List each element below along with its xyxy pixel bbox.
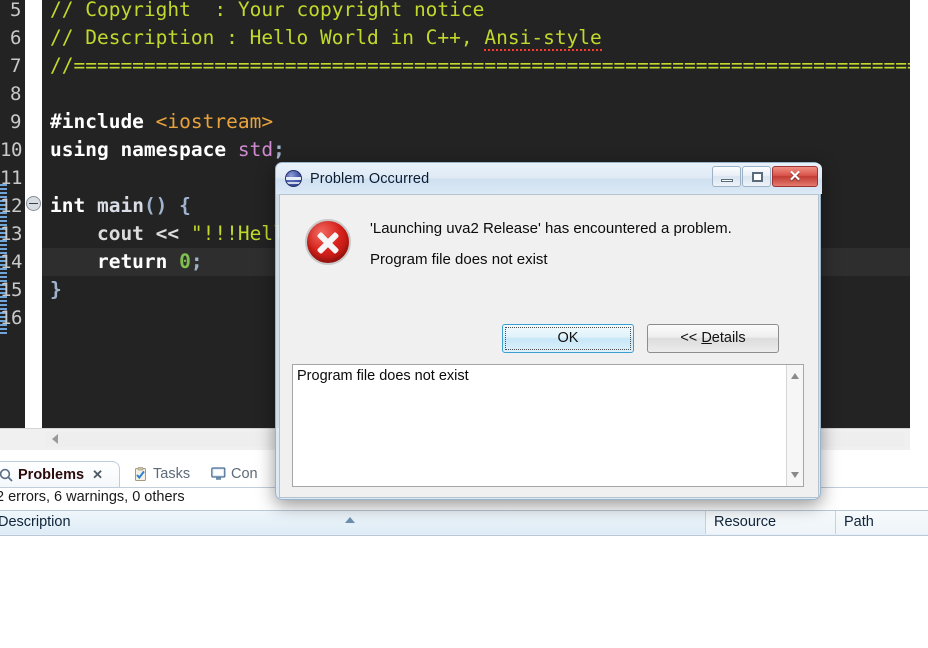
line-number: 8 [10,83,21,105]
problems-summary: 2 errors, 6 warnings, 0 others [0,489,185,505]
details-text-content: Program file does not exist [297,368,469,384]
code-token: ; [190,250,203,273]
eclipse-icon [285,170,302,187]
problems-table-header: Description Resource Path [0,510,928,536]
code-line-text: #include <iostream> [42,108,273,136]
dialog-titlebar[interactable]: Problem Occurred ✕ [276,163,822,194]
dialog-message-line-2: Program file does not exist [370,251,548,268]
console-icon [211,467,226,481]
fold-collapse-marker[interactable] [26,196,41,211]
tab-problems-label: Problems [18,466,85,483]
column-header-resource[interactable]: Resource [705,511,835,534]
tab-tasks[interactable]: Tasks [125,461,198,487]
line-number: 15 [0,279,22,301]
minimize-button[interactable] [712,166,741,187]
details-toggle-button[interactable]: << Details [647,324,779,353]
dialog-button-row: OK << Details [280,320,818,360]
error-circle-icon [305,219,351,265]
code-line-text: int main() { [42,192,191,220]
column-header-path[interactable]: Path [835,511,928,534]
code-token: // Description : Hello World in C++, [50,26,485,49]
code-line[interactable] [42,80,910,108]
line-number: 10 [0,139,22,161]
problem-occurred-dialog[interactable]: Problem Occurred ✕ 'Launching uva2 Relea… [275,162,822,500]
tab-console[interactable]: Con [203,461,266,487]
details-accelerator: D [701,330,712,346]
line-number: 14 [0,251,22,273]
code-line[interactable]: //======================================… [42,52,910,80]
details-text-area[interactable]: Program file does not exist [292,364,804,487]
code-line[interactable]: // Description : Hello World in C++, Ans… [42,24,910,52]
tab-console-label: Con [231,466,258,482]
code-token: //======================================… [50,54,910,77]
close-button[interactable]: ✕ [772,166,818,187]
ok-button[interactable]: OK [502,324,634,353]
line-number: 5 [10,0,21,21]
code-token: 0 [179,250,191,273]
code-token: std [237,138,274,161]
tab-tasks-label: Tasks [153,466,191,482]
line-number: 13 [0,223,22,245]
code-line-text: return 0; [42,248,203,276]
code-line[interactable]: using namespace std; [42,136,910,164]
code-line-text: cout << "!!!Hello [42,220,297,248]
code-token: #include [50,110,156,133]
line-number: 11 [0,167,22,189]
code-line-text: // Copyright : Your copyright notice [42,0,484,24]
code-line[interactable]: // Copyright : Your copyright notice [42,0,910,24]
scroll-down-arrow-icon[interactable] [791,472,799,478]
screen-root: // Copyright : Your copyright notice // D… [0,0,928,648]
details-prefix: << [680,330,702,346]
details-vertical-scrollbar[interactable] [786,365,803,486]
scroll-left-arrow-icon[interactable] [52,434,58,444]
code-token: Ansi-style [484,26,602,51]
dialog-body: 'Launching uva2 Release' has encountered… [279,194,819,498]
line-number: 6 [10,27,21,49]
sort-ascending-icon [345,517,355,523]
code-token: ; [273,138,285,161]
code-token: return [50,250,180,273]
code-token: // Copyright : Your copyright notice [50,0,485,21]
maximize-button[interactable] [742,166,771,187]
code-token: cout << [50,222,191,245]
problems-icon [0,468,13,482]
scroll-up-arrow-icon[interactable] [791,373,799,379]
details-rest: etails [711,330,746,346]
tasks-icon [133,466,148,482]
dialog-title: Problem Occurred [310,170,430,187]
code-token: using namespace [50,138,238,161]
code-line-text: using namespace std; [42,136,285,164]
line-number: 9 [10,111,21,133]
code-line-text: // Description : Hello World in C++, Ans… [42,24,602,52]
code-line[interactable]: #include <iostream> [42,108,910,136]
tab-close-icon[interactable]: ✕ [92,467,103,483]
tab-problems[interactable]: Problems ✕ [0,461,120,487]
code-token: main [96,194,144,217]
code-line-text: //======================================… [42,52,910,80]
code-line-text: } [42,276,62,304]
code-token: <iostream> [155,110,274,133]
editor-right-margin [910,0,928,460]
dialog-message-area: 'Launching uva2 Release' has encountered… [280,195,818,309]
close-icon: ✕ [788,169,802,185]
window-controls: ✕ [711,166,818,187]
dialog-message-line-1: 'Launching uva2 Release' has encountered… [370,220,732,237]
code-token: } [50,278,62,301]
code-token: int [50,194,97,217]
line-number: 16 [0,307,22,329]
code-token: () { [143,194,191,217]
line-number: 7 [10,55,21,77]
